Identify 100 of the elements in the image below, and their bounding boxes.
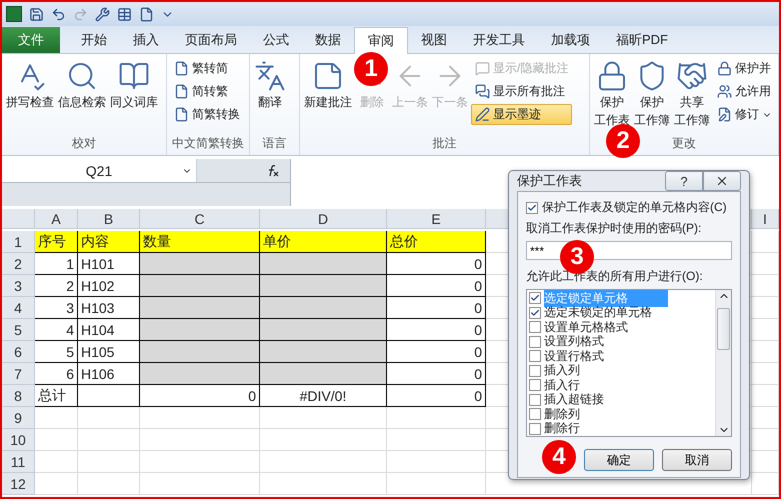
table-cell: 总价 xyxy=(387,231,486,253)
help-button[interactable]: ? xyxy=(665,171,703,191)
table-cell: #DIV/0! xyxy=(260,385,387,407)
ribbon-tab[interactable]: 审阅 xyxy=(354,27,408,54)
ok-button[interactable]: 确定 xyxy=(584,449,654,471)
row-header[interactable]: 7 xyxy=(2,363,35,385)
ribbon-button[interactable]: 同义词库 xyxy=(109,58,159,112)
ribbon-tab[interactable]: 视图 xyxy=(408,27,460,53)
column-header[interactable]: C xyxy=(140,209,260,229)
permission-item[interactable]: 设置行格式 xyxy=(544,348,604,365)
save-icon[interactable] xyxy=(29,6,44,22)
row-header[interactable]: 11 xyxy=(2,451,35,473)
function-icon[interactable] xyxy=(266,164,280,176)
ribbon-tab[interactable]: 开始 xyxy=(68,27,120,53)
row-header[interactable]: 8 xyxy=(2,385,35,407)
ribbon-tab[interactable]: 开发工具 xyxy=(460,27,538,53)
permission-item[interactable]: 删除行 xyxy=(544,420,580,438)
column-header[interactable]: B xyxy=(78,209,140,229)
ribbon-button[interactable]: 修订 xyxy=(713,104,776,125)
permission-item[interactable]: 设置单元格格式 xyxy=(544,318,628,336)
row-header[interactable]: 9 xyxy=(2,407,35,429)
row-header[interactable]: 6 xyxy=(2,341,35,363)
dialog-title: 保护工作表 xyxy=(517,172,582,190)
checkbox[interactable] xyxy=(526,202,538,214)
row-header[interactable]: 5 xyxy=(2,319,35,341)
group-label: 中文简繁转换 xyxy=(172,135,244,152)
checkbox[interactable] xyxy=(529,379,541,392)
checkbox[interactable] xyxy=(529,408,541,420)
ribbon-button[interactable]: 翻译 xyxy=(253,58,287,112)
ribbon-button[interactable]: 共享 工作簿 xyxy=(673,58,711,130)
permission-item[interactable]: 设置列格式 xyxy=(544,333,604,350)
ribbon-button[interactable]: 信息检索 xyxy=(57,58,107,112)
ribbon-button[interactable]: 显示所有批注 xyxy=(471,81,572,102)
checkbox[interactable] xyxy=(529,350,541,362)
row-header[interactable]: 10 xyxy=(2,429,35,451)
permission-item[interactable]: 插入超链接 xyxy=(544,391,604,408)
ribbon-button[interactable]: 允许用 xyxy=(713,81,776,102)
scrollbar[interactable] xyxy=(715,290,731,436)
column-header[interactable]: I xyxy=(752,209,779,229)
ribbon-tab[interactable]: 插入 xyxy=(120,27,172,53)
lock-icon xyxy=(596,60,628,92)
column-header[interactable]: A xyxy=(35,209,78,229)
table-cell: 5 xyxy=(35,341,78,363)
permission-item[interactable]: 删除列 xyxy=(544,406,580,423)
checkbox[interactable] xyxy=(529,306,541,319)
row-header[interactable]: 1 xyxy=(2,231,35,253)
table-cell: 总计 xyxy=(35,385,78,407)
row-header[interactable]: 4 xyxy=(2,297,35,319)
name-box[interactable]: Q21 xyxy=(2,159,197,182)
document-icon[interactable] xyxy=(139,6,154,22)
permission-item[interactable]: 插入行 xyxy=(544,376,580,394)
column-header[interactable]: D xyxy=(260,209,387,229)
ribbon-tab[interactable]: 福昕PDF xyxy=(603,27,681,53)
cancel-button[interactable]: 取消 xyxy=(662,449,732,471)
table-cell: 4 xyxy=(35,319,78,341)
checkbox[interactable] xyxy=(529,422,541,435)
spreadsheet-app-icon xyxy=(6,6,22,22)
ribbon-tab[interactable]: 数据 xyxy=(302,27,354,53)
password-label: 取消工作表保护时使用的密码(P): xyxy=(526,220,702,237)
row-header[interactable]: 12 xyxy=(2,473,35,495)
note-icon xyxy=(312,60,344,92)
table-cell: H106 xyxy=(78,363,140,385)
handshake-icon xyxy=(676,60,708,92)
checkbox[interactable] xyxy=(529,394,541,406)
ribbon-button[interactable]: 繁转简 xyxy=(170,58,244,79)
ribbon-button[interactable]: 显示墨迹 xyxy=(471,104,572,125)
permission-item[interactable]: 插入列 xyxy=(544,362,580,380)
document-icon xyxy=(174,107,189,122)
table-cell: H105 xyxy=(78,341,140,363)
ribbon-button[interactable]: 简繁转换 xyxy=(170,104,244,125)
column-header[interactable]: E xyxy=(387,209,486,229)
checkbox[interactable] xyxy=(529,336,541,348)
ribbon-tab[interactable]: 加载项 xyxy=(538,27,603,53)
ribbon-tab[interactable]: 页面布局 xyxy=(172,27,250,53)
ribbon-tab[interactable]: 公式 xyxy=(250,27,302,53)
checkbox[interactable] xyxy=(529,321,541,334)
table-cell: H104 xyxy=(78,319,140,341)
table-cell: H103 xyxy=(78,297,140,319)
wrench-icon[interactable] xyxy=(95,6,110,22)
pen-icon xyxy=(475,107,490,122)
ribbon-button[interactable]: 拼写检查 xyxy=(5,58,55,112)
table-cell: 0 xyxy=(387,319,486,341)
ribbon-button[interactable]: 新建批注 xyxy=(303,58,353,112)
table-cell: 0 xyxy=(387,253,486,275)
ribbon-button[interactable]: 简转繁 xyxy=(170,81,244,102)
book-icon xyxy=(118,60,150,92)
close-button[interactable] xyxy=(703,171,741,191)
checkbox[interactable] xyxy=(529,364,541,377)
row-header[interactable]: 3 xyxy=(2,275,35,297)
ribbon-tab[interactable]: 文件 xyxy=(2,27,60,53)
row-header[interactable]: 2 xyxy=(2,253,35,275)
scroll-thumb[interactable] xyxy=(717,308,730,350)
speech-bubble-icon xyxy=(475,61,490,76)
undo-icon[interactable] xyxy=(51,6,66,22)
checkbox[interactable] xyxy=(529,292,541,304)
group-label: 更改 xyxy=(672,135,696,152)
permission-item[interactable]: 选定未锁定的单元格 xyxy=(544,304,652,322)
table-cell: 0 xyxy=(387,341,486,363)
table-icon[interactable] xyxy=(117,6,132,22)
ribbon-button[interactable]: 保护并 xyxy=(713,58,776,79)
